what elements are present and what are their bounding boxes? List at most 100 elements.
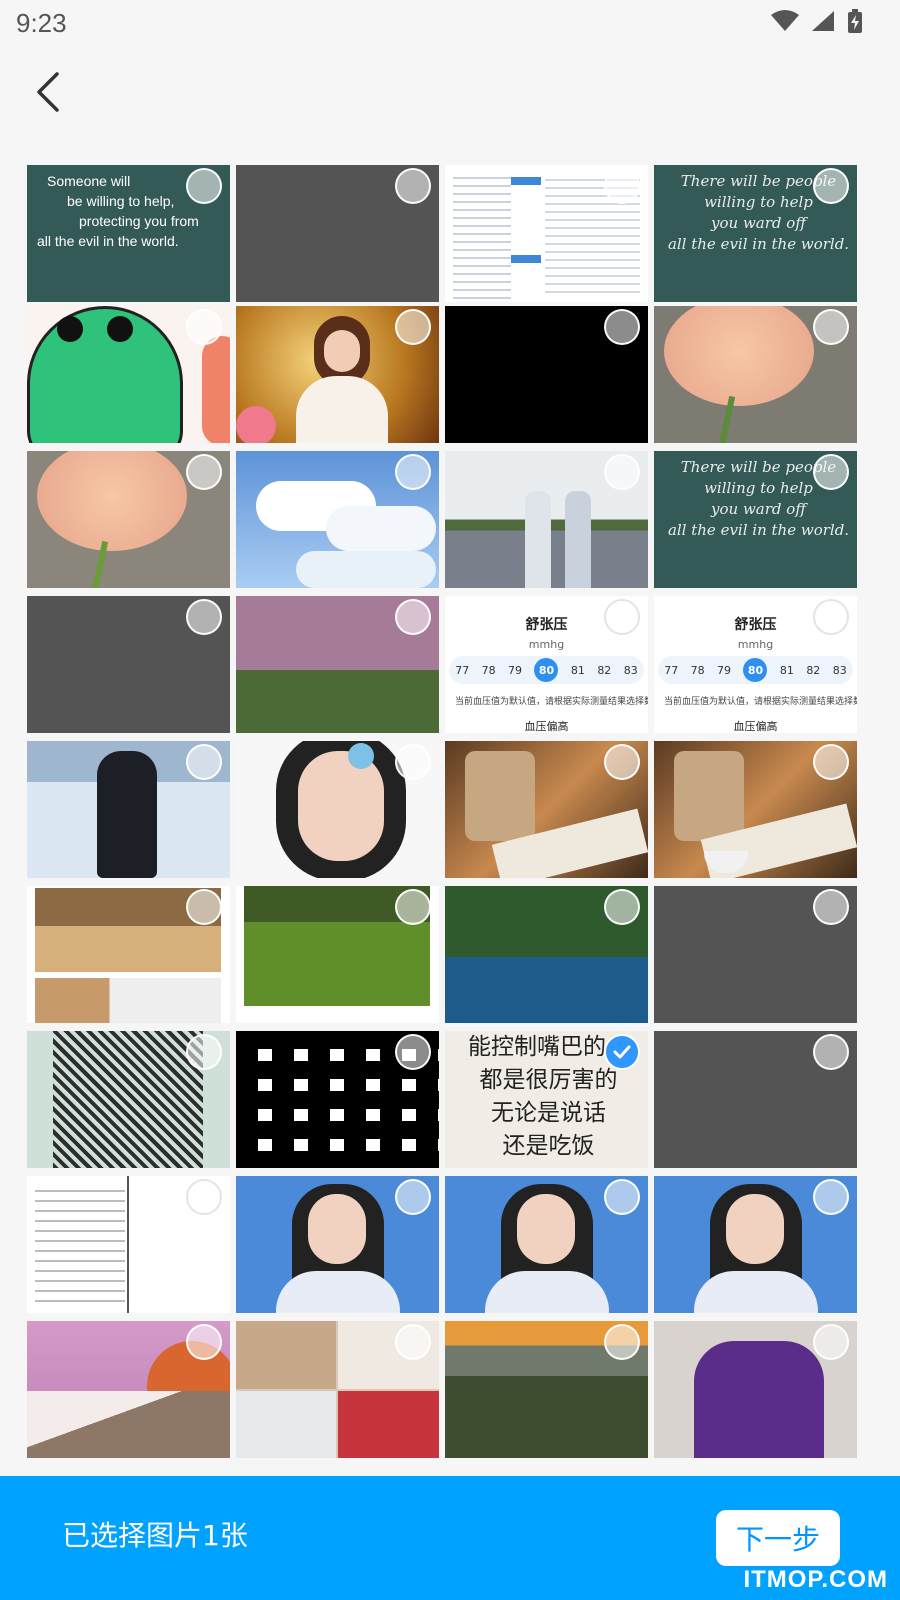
select-circle[interactable] [813, 1324, 849, 1360]
select-circle[interactable] [186, 1324, 222, 1360]
bp-value: 82 [597, 663, 612, 677]
photo-woman-blue-background[interactable] [445, 1176, 648, 1313]
select-circle[interactable] [186, 744, 222, 780]
photo-woman-purple-dress[interactable] [654, 1321, 857, 1458]
photo-book-and-tea[interactable] [445, 741, 648, 878]
select-circle[interactable] [395, 1324, 431, 1360]
photo-moss-forest[interactable] [236, 886, 439, 1023]
photo-qr-code-closeup[interactable] [236, 1031, 439, 1168]
bp-value: 82 [806, 663, 821, 677]
select-circle[interactable] [186, 168, 222, 204]
select-circle[interactable] [395, 599, 431, 635]
cat-eye [57, 316, 83, 342]
photo-black[interactable] [445, 306, 648, 443]
photo-gray-placeholder[interactable] [236, 165, 439, 302]
select-circle[interactable] [604, 1179, 640, 1215]
face-shape [726, 1194, 784, 1264]
bp-value: 81 [570, 663, 585, 677]
note-line: 无论是说话 [491, 1100, 606, 1126]
photo-qr-code-green[interactable] [27, 1031, 230, 1168]
bp-value: 81 [779, 663, 794, 677]
photo-woman-blue-background[interactable] [236, 1176, 439, 1313]
select-circle[interactable] [813, 1034, 849, 1070]
photo-gray-placeholder[interactable] [654, 886, 857, 1023]
photo-book-and-tea[interactable] [654, 741, 857, 878]
photo-blood-pressure-app[interactable]: 舒张压 mmhg 77 78 79 80 81 82 83 当前血压值为默认值，… [654, 596, 857, 733]
vase-shape [674, 751, 744, 841]
select-circle[interactable] [813, 744, 849, 780]
photo-resume-document[interactable] [445, 165, 648, 302]
select-circle[interactable] [186, 1179, 222, 1215]
select-circle[interactable] [604, 1324, 640, 1360]
selected-check[interactable] [604, 1034, 640, 1070]
select-circle[interactable] [813, 168, 849, 204]
photo-quote-english[interactable]: Someone will be willing to help, protect… [27, 165, 230, 302]
quote-line: you ward off [711, 500, 806, 518]
photo-leaves-and-lake[interactable] [445, 886, 648, 1023]
select-circle[interactable] [813, 309, 849, 345]
cloud-shape [326, 506, 436, 551]
select-circle[interactable] [395, 744, 431, 780]
select-circle[interactable] [813, 454, 849, 490]
select-circle[interactable] [604, 168, 640, 204]
photo-office-collage[interactable] [27, 886, 230, 1023]
photo-mountain-valley[interactable] [445, 1321, 648, 1458]
photo-peach-rose[interactable] [654, 306, 857, 443]
select-circle[interactable] [813, 599, 849, 635]
next-step-button[interactable]: 下一步 [716, 1510, 840, 1566]
select-circle[interactable] [604, 889, 640, 925]
resume-sidebar [453, 171, 511, 299]
photo-person-in-snow[interactable] [27, 741, 230, 878]
photo-gray-placeholder[interactable] [654, 1031, 857, 1168]
quote-line: all the evil in the world. [667, 521, 850, 539]
rose-bloom [664, 306, 814, 406]
select-circle[interactable] [604, 599, 640, 635]
select-circle[interactable] [186, 1034, 222, 1070]
select-circle[interactable] [186, 454, 222, 490]
blue-flower [348, 743, 374, 769]
white-dress [694, 1271, 818, 1313]
resume-heading-bar [511, 177, 541, 185]
select-circle[interactable] [395, 1034, 431, 1070]
photo-woman-portrait-flower[interactable] [236, 741, 439, 878]
bp-hint: 当前血压值为默认值，请根据实际测量结果选择数据 [455, 697, 648, 707]
bp-value-selected: 80 [534, 658, 559, 682]
photo-pink-mountains-moon[interactable] [27, 1321, 230, 1458]
photo-girls-in-field[interactable] [445, 451, 648, 588]
select-circle[interactable] [395, 309, 431, 345]
photo-woman-red-glasses[interactable] [236, 306, 439, 443]
vase-shape [465, 751, 535, 841]
bp-value-picker: 77 78 79 80 81 82 83 [449, 656, 644, 684]
select-circle[interactable] [186, 599, 222, 635]
bp-value: 78 [481, 663, 496, 677]
photo-code-document[interactable] [27, 1176, 230, 1313]
photo-quote-script[interactable]: There will be people willing to help you… [654, 165, 857, 302]
photo-grid: Someone will be willing to help, protect… [0, 0, 900, 1476]
photo-blood-pressure-app[interactable]: 舒张压 mmhg 77 78 79 80 81 82 83 当前血压值为默认值，… [445, 596, 648, 733]
quote-line: protecting you from [79, 213, 199, 229]
rose-bloom [37, 451, 187, 551]
photo-fashion-collage[interactable] [236, 1321, 439, 1458]
select-circle[interactable] [604, 454, 640, 490]
select-circle[interactable] [604, 309, 640, 345]
photo-gray-placeholder[interactable] [27, 596, 230, 733]
select-circle[interactable] [813, 1179, 849, 1215]
select-circle[interactable] [186, 889, 222, 925]
photo-peach-rose[interactable] [27, 451, 230, 588]
photo-green-cat[interactable] [27, 306, 230, 443]
select-circle[interactable] [395, 454, 431, 490]
select-circle[interactable] [813, 889, 849, 925]
select-circle[interactable] [186, 309, 222, 345]
face-shape [324, 330, 360, 372]
photo-pink-sky-grass[interactable] [236, 596, 439, 733]
select-circle[interactable] [395, 1179, 431, 1215]
bp-status: 血压偏高 [524, 720, 569, 733]
photo-handwritten-chinese[interactable]: 能控制嘴巴的人 都是很厉害的 无论是说话 还是吃饭 [445, 1031, 648, 1168]
bp-value: 79 [717, 663, 732, 677]
select-circle[interactable] [395, 889, 431, 925]
photo-quote-script[interactable]: There will be people willing to help you… [654, 451, 857, 588]
select-circle[interactable] [395, 168, 431, 204]
select-circle[interactable] [604, 744, 640, 780]
photo-woman-blue-background[interactable] [654, 1176, 857, 1313]
photo-clouds-sky[interactable] [236, 451, 439, 588]
